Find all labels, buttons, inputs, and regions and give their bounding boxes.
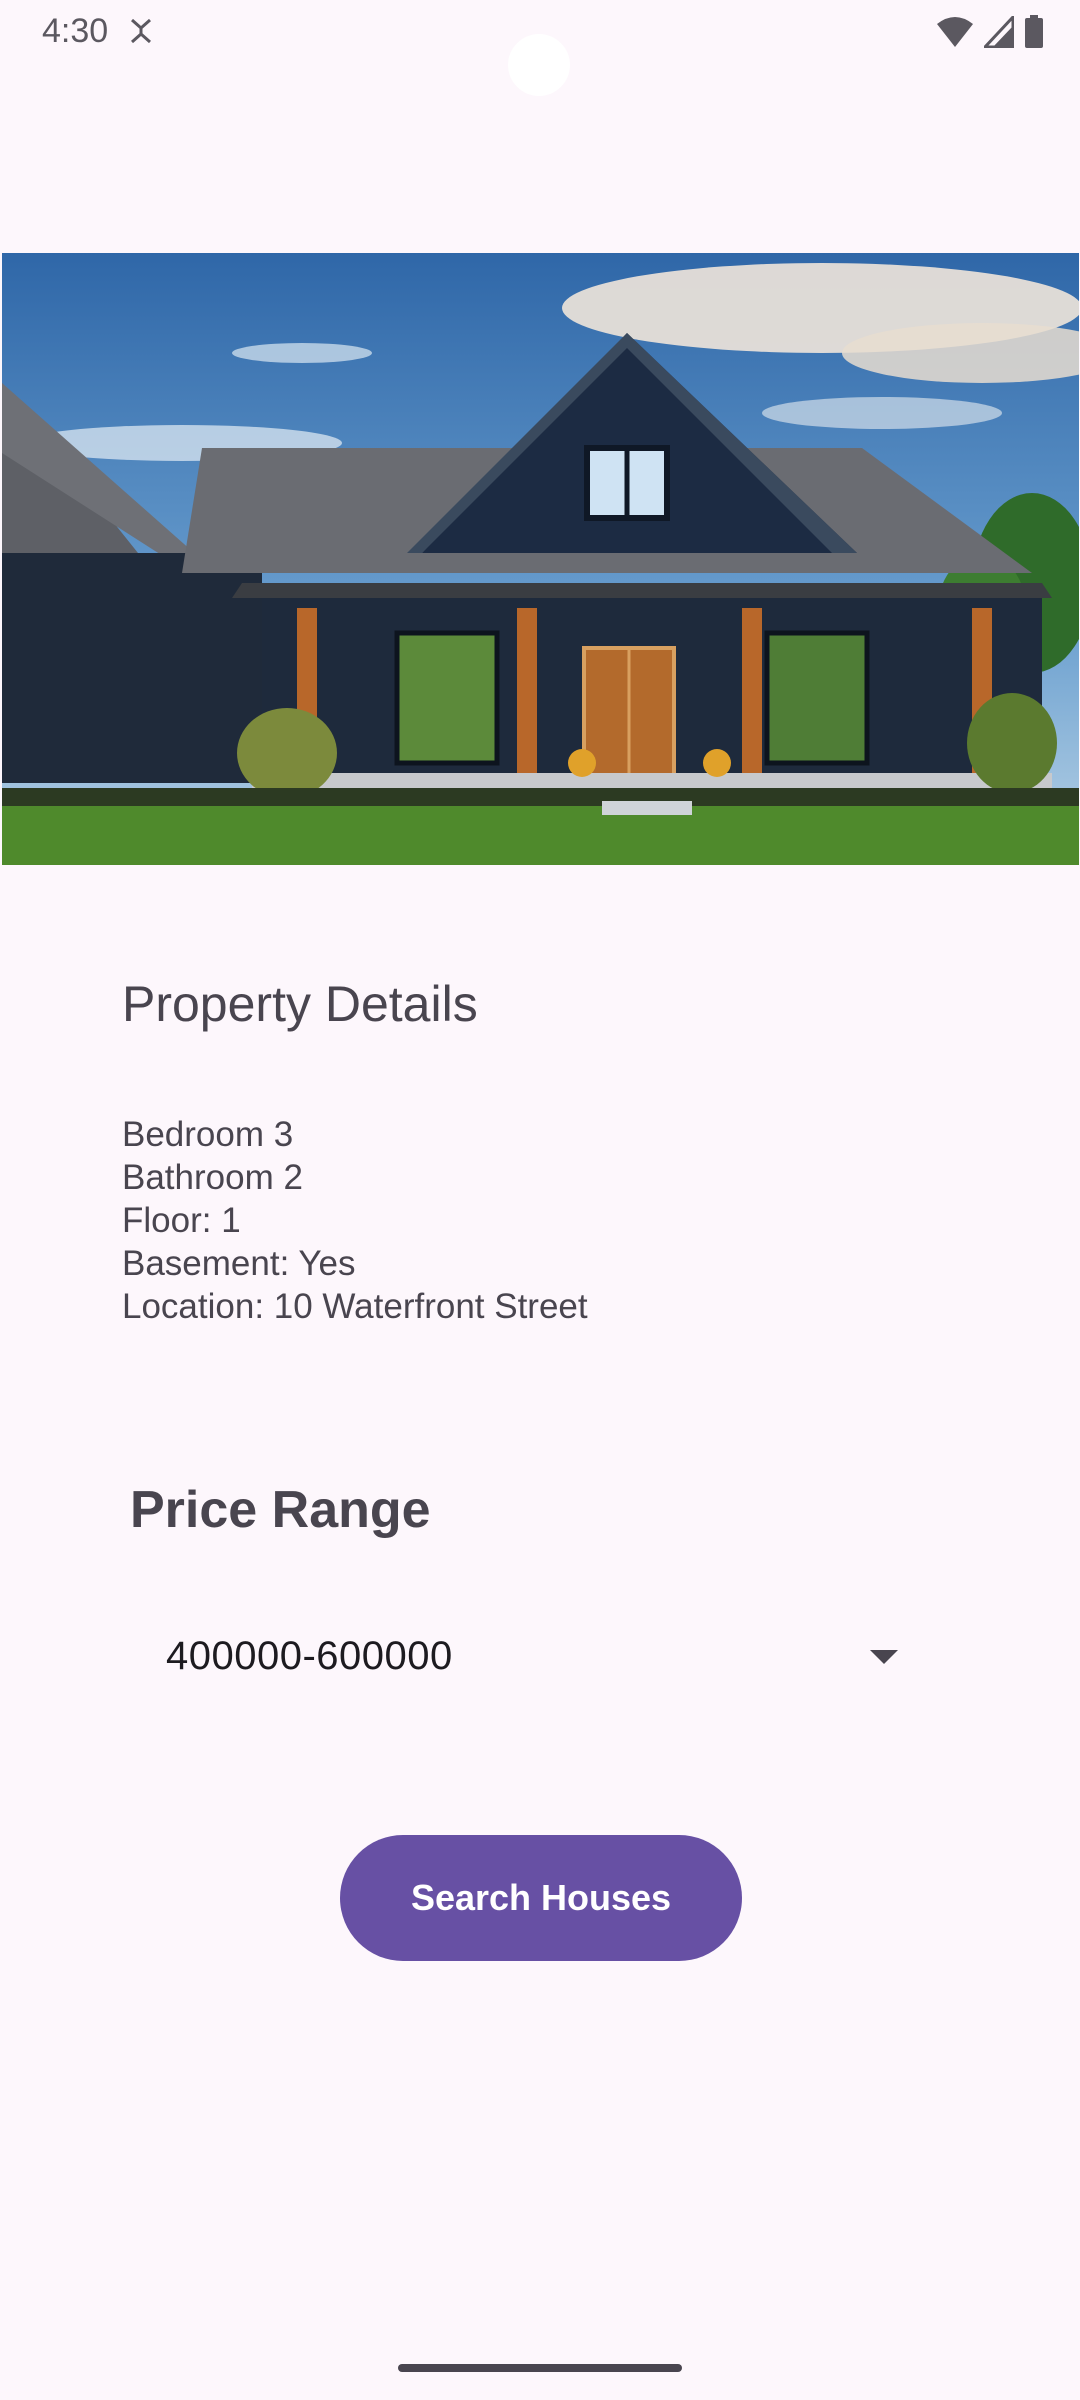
price-range-dropdown[interactable]: 400000-600000 [130,1616,920,1702]
price-range-title: Price Range [130,1481,431,1539]
app-screen: 4:30 Property Details Bedroom 3 Bathroom… [0,0,1080,2400]
gesture-nav-handle[interactable] [398,2364,682,2372]
camera-cutout [508,34,570,96]
battery-icon [1025,15,1043,48]
detail-basement: Basement: Yes [122,1244,356,1283]
sync-icon [131,18,151,44]
detail-floor: Floor: 1 [122,1201,241,1240]
status-bar: 4:30 [0,0,1080,96]
house-photo [2,253,1079,865]
house-image [2,253,1079,865]
signal-icon [984,16,1014,48]
dropdown-arrow-icon [870,1650,898,1664]
detail-bedroom: Bedroom 3 [122,1115,294,1154]
detail-bathroom: Bathroom 2 [122,1158,303,1197]
price-range-selected: 400000-600000 [166,1634,453,1678]
status-icons [936,14,1044,50]
wifi-icon [937,17,973,47]
status-time: 4:30 [42,12,109,50]
property-details-title: Property Details [122,976,478,1032]
detail-location: Location: 10 Waterfront Street [122,1287,588,1326]
search-houses-button[interactable]: Search Houses [340,1835,742,1961]
property-details-list: Bedroom 3 Bathroom 2 Floor: 1 Basement: … [122,1113,588,1328]
